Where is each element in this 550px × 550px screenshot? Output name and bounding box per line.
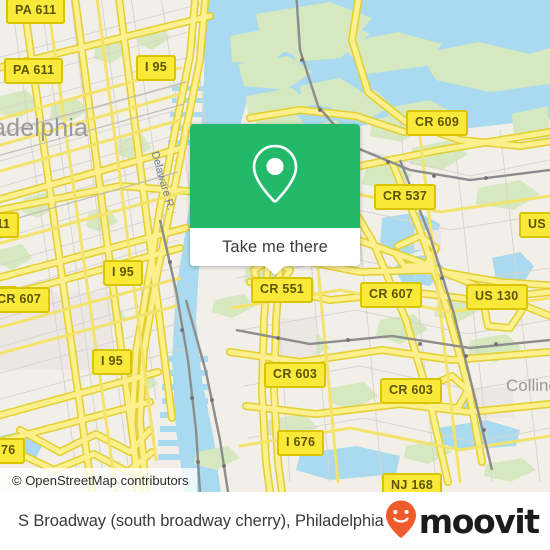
take-me-there-label: Take me there [222,237,328,256]
route-shield-76-cut[interactable]: 76 [0,438,25,464]
route-shield-i-676[interactable]: I 676 [277,430,325,456]
moovit-wordmark: moovit [418,501,540,541]
route-shield-i-95-north[interactable]: I 95 [136,55,177,81]
route-shield-pa-611[interactable]: PA 611 [4,58,64,84]
route-shield-cr-551[interactable]: CR 551 [251,277,314,303]
osm-attribution[interactable]: © OpenStreetMap contributors [0,468,197,492]
route-shield-us-130[interactable]: US 130 [466,284,528,310]
osm-attribution-text: © OpenStreetMap contributors [12,472,189,488]
route-shield-cr-607-right[interactable]: CR 607 [360,282,423,308]
take-me-there-button[interactable]: Take me there [190,228,360,275]
route-shield-cr-537[interactable]: CR 537 [374,184,437,210]
popup-pointer-tail [265,266,285,275]
bottom-info-bar: S Broadway (south broadway cherry), Phil… [0,492,550,550]
moovit-pin-smiley-icon [384,499,418,544]
route-shield-cr-607-left[interactable]: CR 607 [0,287,51,313]
route-shield-i-95-mid[interactable]: I 95 [103,260,144,286]
map-canvas[interactable]: adelphia Colling Delaware R. PA 611 PA 6… [0,0,550,492]
map-pin-icon [248,142,302,211]
moovit-map-screen: adelphia Colling Delaware R. PA 611 PA 6… [0,0,550,550]
route-shield-611-cut[interactable]: 611 [0,212,20,238]
route-shield-nj-168[interactable]: NJ 168 [382,473,443,492]
route-shield-i-95-south[interactable]: I 95 [92,349,133,375]
route-shield-us-1-cut[interactable]: US 1 [519,212,550,238]
route-shield-pa-611-north[interactable]: PA 611 [6,0,66,24]
popup-pin-area [190,124,360,228]
location-popup-card[interactable]: Take me there [190,124,360,275]
route-shield-cr-603-left[interactable]: CR 603 [264,362,327,388]
route-shield-cr-609[interactable]: CR 609 [406,110,469,136]
route-shield-cr-603-right[interactable]: CR 603 [380,378,443,404]
location-address-label: S Broadway (south broadway cherry), Phil… [18,511,384,530]
moovit-logo[interactable]: moovit [384,499,540,544]
